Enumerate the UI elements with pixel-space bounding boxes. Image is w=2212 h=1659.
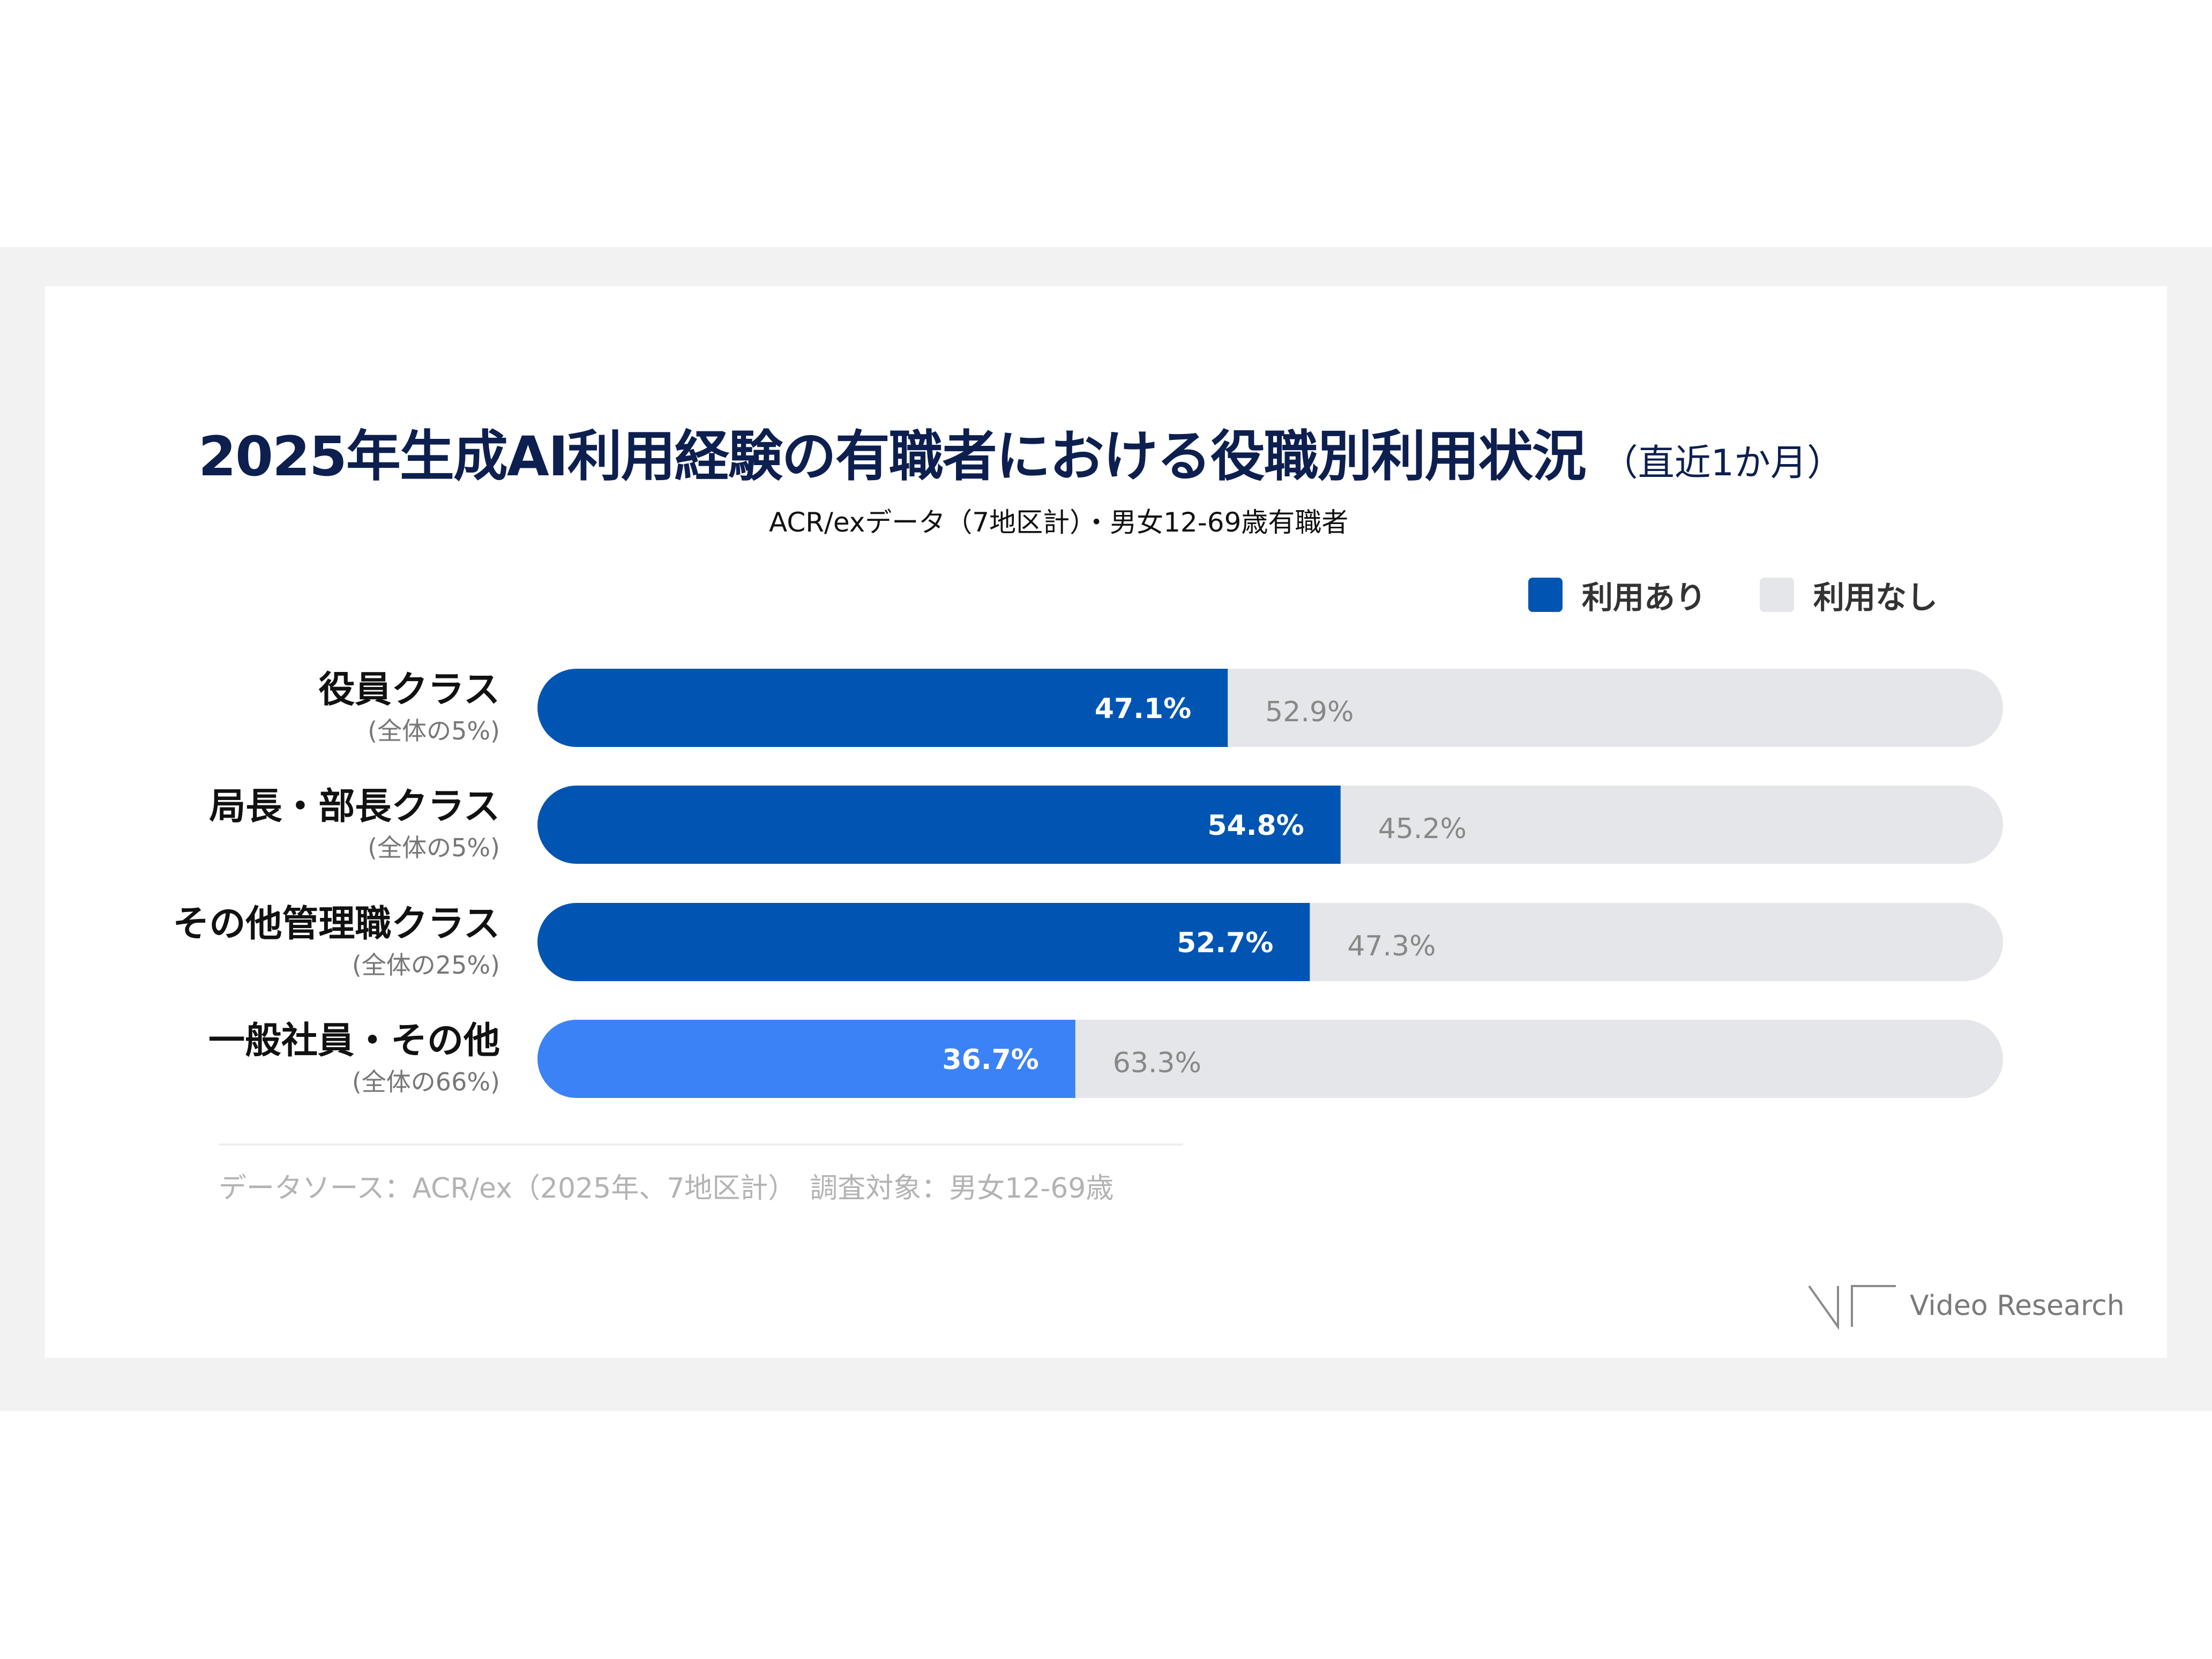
category-note-2: (全体の25%) [352,951,500,980]
data-label-used-0: 47.1% [1095,693,1191,725]
category-note-3: (全体の66%) [352,1067,500,1096]
data-label-not-used-0: 52.9% [1265,696,1354,728]
data-label-used-1: 54.8% [1207,810,1304,842]
data-source-note: データソース：ACR/ex（2025年、7地区計） 調査対象：男女12-69歳 [219,1172,1114,1205]
data-label-not-used-2: 47.3% [1347,930,1436,962]
logo-text: Video Research [1910,1290,2125,1322]
category-label-3: 一般社員・その他 [208,1020,500,1062]
data-label-not-used-3: 63.3% [1113,1047,1201,1079]
page: 2025年生成AI利用経験の有職者における役職別利用状況 （直近1か月） ACR/… [0,0,2212,1659]
category-label-0: 役員クラス [318,669,500,711]
category-label-2: その他管理職クラス [173,903,500,945]
data-label-not-used-1: 45.2% [1378,813,1467,845]
bar-chart: 47.1% 52.9% 役員クラス (全体の5%) 54.8% 45.2% 局長・部長クラス… [173,669,2003,1098]
category-note-1: (全体の5%) [368,833,500,862]
bar-row-3 [537,1020,2003,1098]
footer-divider [219,1144,1183,1146]
brand-logo: Video Research [1807,1282,2125,1330]
data-label-used-2: 52.7% [1177,927,1273,959]
video-research-logo-icon [1808,1285,1896,1330]
data-label-used-3: 36.7% [942,1044,1038,1076]
category-label-1: 局長・部長クラス [209,786,500,828]
category-note-0: (全体の5%) [368,716,500,745]
